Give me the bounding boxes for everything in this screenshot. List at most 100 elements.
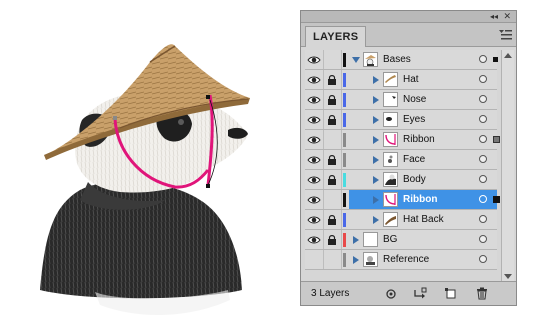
collapsed-arrow-icon[interactable] <box>373 176 379 184</box>
target-circle-icon[interactable] <box>479 55 487 63</box>
visibility-toggle[interactable] <box>305 110 324 129</box>
layer-name-cell[interactable]: Hat <box>349 70 497 89</box>
eye-icon <box>307 176 321 184</box>
visibility-toggle[interactable] <box>305 90 324 109</box>
lock-toggle[interactable] <box>324 110 342 129</box>
collapsed-arrow-icon[interactable] <box>353 256 359 264</box>
target-circle-icon[interactable] <box>479 135 487 143</box>
layer-name: Ribbon <box>403 134 435 145</box>
layer-row[interactable]: Ribbon <box>305 190 500 210</box>
scroll-down-icon[interactable] <box>504 274 512 279</box>
collapsed-arrow-icon[interactable] <box>373 196 379 204</box>
create-sublayer-button[interactable] <box>413 287 427 300</box>
target-circle-icon[interactable] <box>479 95 487 103</box>
layer-row[interactable]: Hat <box>305 70 497 90</box>
layer-row[interactable]: Reference <box>305 250 497 270</box>
collapsed-arrow-icon[interactable] <box>353 236 359 244</box>
layer-color-swatch <box>343 213 346 227</box>
close-icon[interactable]: ✕ <box>503 11 511 22</box>
visibility-toggle[interactable] <box>305 150 324 169</box>
lock-toggle[interactable] <box>324 190 342 209</box>
layer-name-cell[interactable]: Hat Back <box>349 210 497 229</box>
selected-art-indicator[interactable] <box>493 136 500 143</box>
panel-tab-bar: LAYERS <box>301 23 516 47</box>
layer-row[interactable]: Face <box>305 150 497 170</box>
collapsed-arrow-icon[interactable] <box>373 96 379 104</box>
eye-icon <box>307 116 321 124</box>
selected-art-indicator[interactable] <box>493 196 500 203</box>
layer-row[interactable]: Bases <box>305 50 498 70</box>
eye-icon <box>307 156 321 164</box>
make-clipping-mask-button[interactable] <box>385 287 399 300</box>
lock-toggle[interactable] <box>324 70 342 89</box>
target-circle-icon[interactable] <box>479 215 487 223</box>
visibility-toggle[interactable] <box>305 250 324 269</box>
create-layer-button[interactable] <box>444 287 458 300</box>
target-circle-icon[interactable] <box>479 255 487 263</box>
layer-row[interactable]: BG <box>305 230 497 250</box>
tab-layers[interactable]: LAYERS <box>305 26 367 47</box>
panel-footer: 3 Layers <box>301 281 516 305</box>
selected-art-indicator[interactable] <box>493 57 498 62</box>
layer-name: Hat <box>403 74 419 85</box>
layer-row[interactable]: Nose <box>305 90 497 110</box>
target-circle-icon[interactable] <box>479 115 487 123</box>
panel-title-bar[interactable]: ◂◂ ✕ <box>301 11 516 23</box>
panel-menu-icon[interactable] <box>498 29 512 41</box>
collapsed-arrow-icon[interactable] <box>373 76 379 84</box>
lock-toggle[interactable] <box>324 50 342 69</box>
layer-name-cell[interactable]: Reference <box>349 250 497 269</box>
eye-icon <box>307 56 321 64</box>
layer-name-cell[interactable]: Body <box>349 170 497 189</box>
collapsed-arrow-icon[interactable] <box>373 216 379 224</box>
layer-row[interactable]: Ribbon <box>305 130 500 150</box>
lock-toggle[interactable] <box>324 210 342 229</box>
visibility-toggle[interactable] <box>305 50 324 69</box>
lock-toggle[interactable] <box>324 250 342 269</box>
target-circle-icon[interactable] <box>479 235 487 243</box>
lock-icon <box>328 235 336 245</box>
layer-row[interactable]: Hat Back <box>305 210 497 230</box>
collapsed-arrow-icon[interactable] <box>373 116 379 124</box>
eye-icon <box>307 216 321 224</box>
blank-thumb <box>363 232 378 247</box>
eye-icon <box>307 196 321 204</box>
layer-row[interactable]: Body <box>305 170 497 190</box>
lock-toggle[interactable] <box>324 150 342 169</box>
visibility-toggle[interactable] <box>305 190 324 209</box>
expand-arrow-icon[interactable] <box>352 57 360 63</box>
scroll-up-icon[interactable] <box>504 53 512 58</box>
visibility-toggle[interactable] <box>305 130 324 149</box>
layer-list: Bases Hat Nose Eyes Ribbon Face Body Ribbon Hat … <box>305 50 500 270</box>
layer-name-cell[interactable]: BG <box>349 230 497 249</box>
visibility-toggle[interactable] <box>305 70 324 89</box>
visibility-toggle[interactable] <box>305 230 324 249</box>
target-circle-icon[interactable] <box>479 195 487 203</box>
layer-name-cell[interactable]: Ribbon <box>349 190 500 209</box>
visibility-toggle[interactable] <box>305 170 324 189</box>
collapse-panel-icon[interactable]: ◂◂ <box>490 11 498 22</box>
trash-icon[interactable] <box>475 287 489 300</box>
collapsed-arrow-icon[interactable] <box>373 156 379 164</box>
lock-toggle[interactable] <box>324 170 342 189</box>
layer-name-cell[interactable]: Eyes <box>349 110 497 129</box>
lock-toggle[interactable] <box>324 90 342 109</box>
target-circle-icon[interactable] <box>479 175 487 183</box>
eye-icon <box>307 96 321 104</box>
target-circle-icon[interactable] <box>479 155 487 163</box>
layer-name: Body <box>403 174 426 185</box>
visibility-toggle[interactable] <box>305 210 324 229</box>
layer-color-swatch <box>343 113 346 127</box>
layer-row[interactable]: Eyes <box>305 110 497 130</box>
lock-toggle[interactable] <box>324 230 342 249</box>
lock-toggle[interactable] <box>324 130 342 149</box>
collapsed-arrow-icon[interactable] <box>373 136 379 144</box>
layer-name-cell[interactable]: Bases <box>349 50 498 69</box>
target-circle-icon[interactable] <box>479 75 487 83</box>
layer-color-swatch <box>343 253 346 267</box>
layer-name-cell[interactable]: Face <box>349 150 497 169</box>
layer-name-cell[interactable]: Ribbon <box>349 130 500 149</box>
eye-icon <box>307 76 321 84</box>
layer-name-cell[interactable]: Nose <box>349 90 497 109</box>
layer-list-scrollbar[interactable] <box>501 50 514 283</box>
